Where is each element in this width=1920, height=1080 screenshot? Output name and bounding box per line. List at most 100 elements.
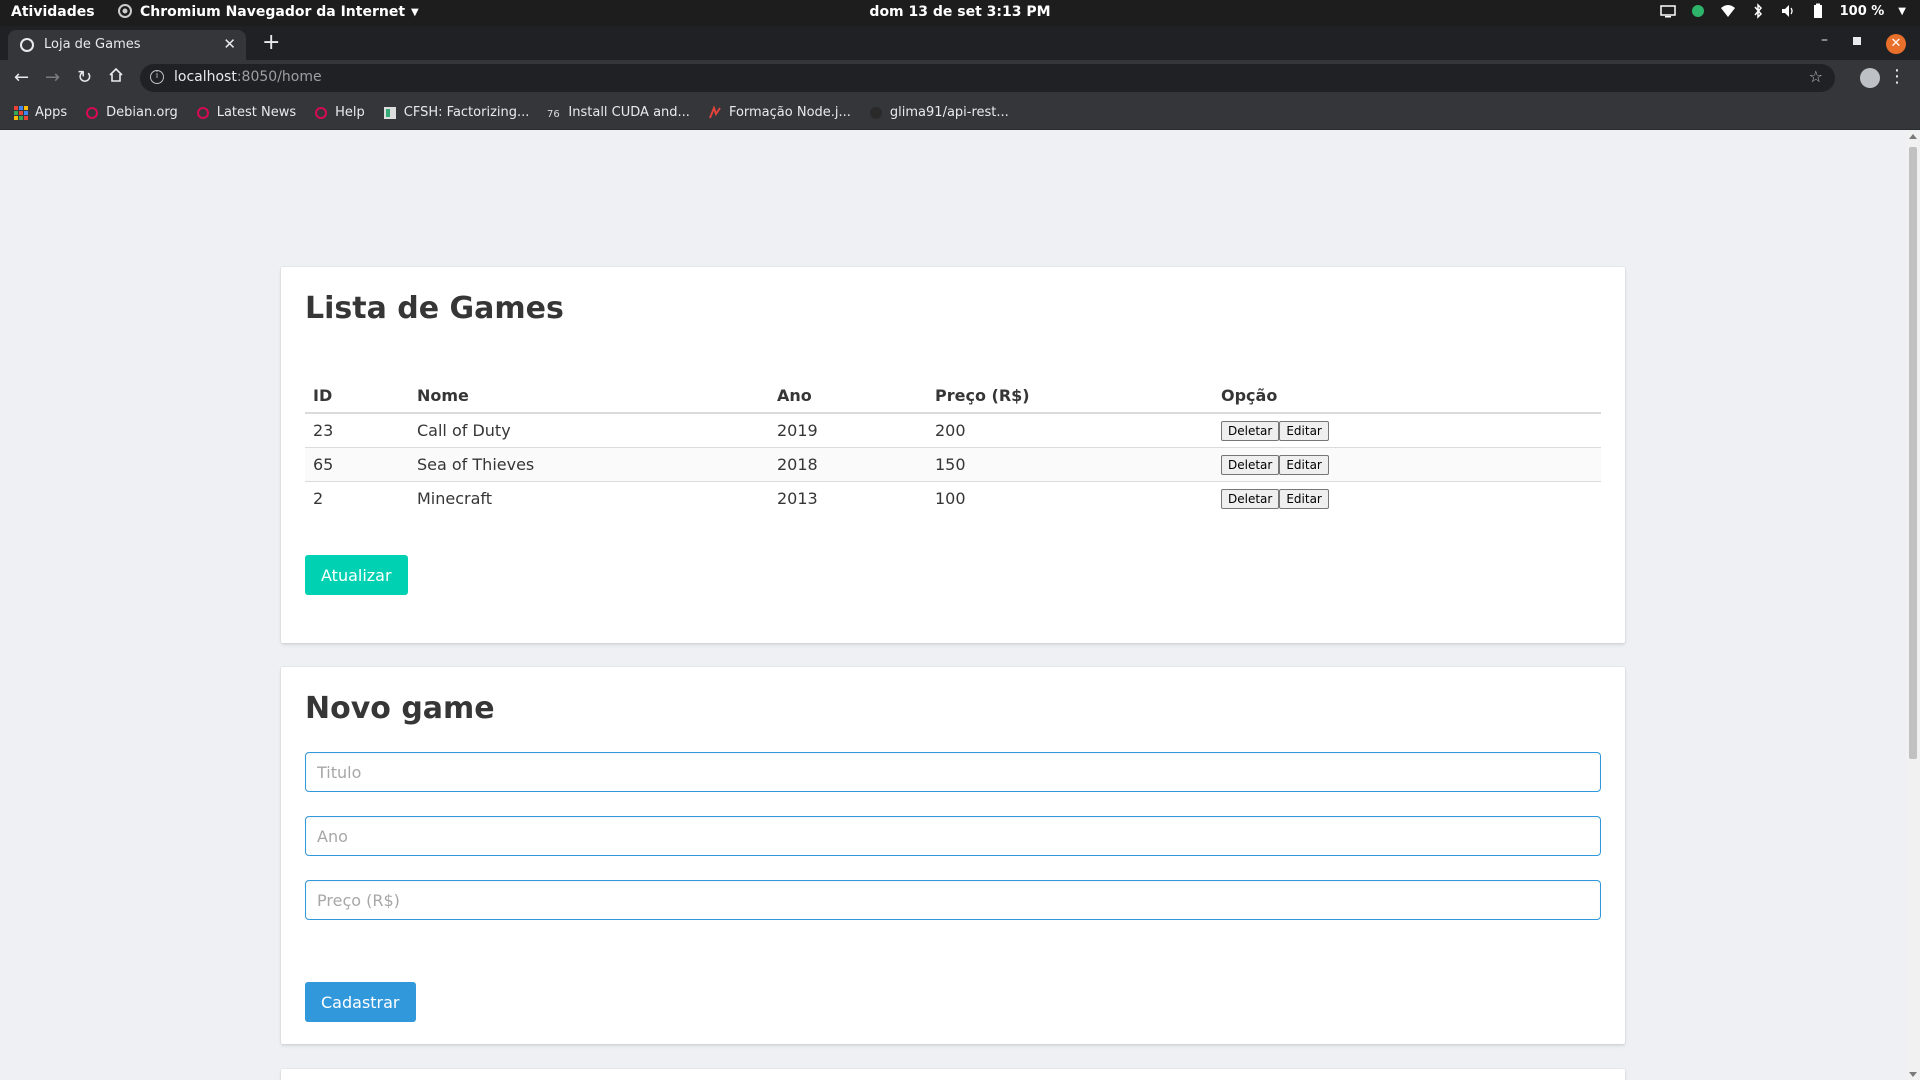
bookmark-install-cuda[interactable]: 76 Install CUDA and... bbox=[547, 105, 690, 120]
cell-ano: 2019 bbox=[769, 413, 927, 448]
cell-ano: 2013 bbox=[777, 489, 818, 508]
svg-text:76: 76 bbox=[547, 109, 560, 120]
new-tab-icon[interactable]: + bbox=[262, 30, 280, 55]
chevron-down-icon: ▼ bbox=[411, 6, 419, 18]
clock[interactable]: dom 13 de set 3:13 PM bbox=[869, 4, 1050, 20]
next-card bbox=[281, 1069, 1625, 1080]
system-tray[interactable]: 100 % ▼ bbox=[1659, 3, 1906, 19]
new-game-title: Novo game bbox=[305, 691, 495, 726]
bookmark-debian[interactable]: Debian.org bbox=[85, 105, 178, 120]
cell-id: 65 bbox=[305, 447, 409, 482]
games-list-title: Lista de Games bbox=[305, 291, 564, 326]
edit-button[interactable]: Editar bbox=[1279, 489, 1329, 509]
cell-nome: Minecraft bbox=[417, 489, 493, 508]
bookmark-apps[interactable]: Apps bbox=[14, 105, 67, 120]
col-header-preco: Preço (R$) bbox=[927, 375, 1213, 414]
site-favicon-icon bbox=[708, 104, 722, 120]
forward-arrow-icon[interactable]: → bbox=[45, 67, 60, 88]
cell-nome: Sea of Thieves bbox=[409, 447, 769, 482]
app-menu[interactable]: Chromium Navegador da Internet ▼ bbox=[118, 4, 419, 20]
home-icon[interactable] bbox=[108, 67, 124, 88]
maximize-icon[interactable] bbox=[1852, 34, 1862, 50]
url-text: localhost:8050/home bbox=[174, 69, 322, 85]
debian-swirl-icon bbox=[85, 106, 99, 120]
col-header-nome: Nome bbox=[409, 375, 769, 414]
browser-toolbar: ← → ↻ i localhost:8050/home ☆ ⋮ bbox=[0, 60, 1920, 96]
green-status-icon[interactable] bbox=[1690, 3, 1706, 19]
bookmark-glima91[interactable]: glima91/api-rest... bbox=[869, 105, 1009, 120]
new-game-card: Novo game Cadastrar bbox=[281, 667, 1625, 1044]
cell-opcao: Deletar Editar bbox=[1213, 482, 1601, 516]
close-window-icon[interactable]: ✕ bbox=[1886, 34, 1906, 54]
page-viewport: Lista de Games ID Nome Ano Preço (R$) Op… bbox=[0, 131, 1906, 1080]
cell-ano: 2018 bbox=[769, 447, 927, 482]
delete-button[interactable]: Deletar bbox=[1221, 455, 1280, 475]
site-info-icon[interactable]: i bbox=[150, 70, 164, 84]
scroll-up-arrow-icon[interactable] bbox=[1909, 134, 1917, 139]
apps-grid-icon bbox=[14, 105, 28, 120]
back-arrow-icon[interactable]: ← bbox=[14, 67, 29, 88]
browser-tab[interactable]: Loja de Games ✕ bbox=[8, 30, 246, 60]
menu-kebab-icon[interactable]: ⋮ bbox=[1888, 66, 1906, 87]
table-row: 65 Sea of Thieves 2018 150 Deletar Editar bbox=[305, 447, 1601, 482]
price-input[interactable] bbox=[305, 880, 1601, 920]
table-row: 23 Call of Duty 2019 200 Deletar Editar bbox=[305, 413, 1601, 448]
games-table: ID Nome Ano Preço (R$) Opção 23 Call of … bbox=[305, 375, 1601, 515]
page-scrollbar[interactable] bbox=[1906, 131, 1920, 1080]
register-button[interactable]: Cadastrar bbox=[305, 982, 416, 1022]
site-favicon-icon: 76 bbox=[547, 106, 561, 120]
cell-id: 23 bbox=[305, 413, 409, 448]
minimize-icon[interactable]: – bbox=[1821, 32, 1828, 48]
table-header-row: ID Nome Ano Preço (R$) Opção bbox=[305, 375, 1601, 414]
title-input[interactable] bbox=[305, 752, 1601, 792]
debian-swirl-icon bbox=[196, 106, 210, 120]
edit-button[interactable]: Editar bbox=[1279, 455, 1329, 475]
scroll-down-arrow-icon[interactable] bbox=[1909, 1072, 1917, 1077]
delete-button[interactable]: Deletar bbox=[1221, 421, 1280, 441]
cell-preco: 150 bbox=[927, 447, 1213, 482]
bookmark-star-icon[interactable]: ☆ bbox=[1809, 67, 1823, 86]
browser-tabstrip: Loja de Games ✕ + – ✕ bbox=[0, 26, 1920, 60]
bookmark-latest-news[interactable]: Latest News bbox=[196, 105, 296, 120]
refresh-button[interactable]: Atualizar bbox=[305, 555, 408, 595]
activities-button[interactable]: Atividades bbox=[11, 4, 95, 20]
delete-button[interactable]: Deletar bbox=[1221, 489, 1280, 509]
bluetooth-icon[interactable] bbox=[1750, 3, 1766, 19]
profile-avatar-icon[interactable] bbox=[1860, 68, 1880, 88]
reload-icon[interactable]: ↻ bbox=[77, 67, 92, 88]
year-input[interactable] bbox=[305, 816, 1601, 856]
close-tab-icon[interactable]: ✕ bbox=[223, 35, 236, 53]
address-bar[interactable]: i localhost:8050/home ☆ bbox=[140, 64, 1835, 92]
volume-icon[interactable] bbox=[1780, 3, 1796, 19]
cell-opcao: Deletar Editar bbox=[1213, 413, 1601, 448]
cell-preco: 100 bbox=[935, 489, 966, 508]
games-list-card: Lista de Games ID Nome Ano Preço (R$) Op… bbox=[281, 267, 1625, 643]
tab-title: Loja de Games bbox=[44, 37, 141, 52]
cell-preco: 200 bbox=[927, 413, 1213, 448]
battery-icon[interactable] bbox=[1810, 3, 1826, 19]
scrollbar-thumb[interactable] bbox=[1909, 147, 1917, 759]
wifi-icon[interactable] bbox=[1720, 3, 1736, 19]
site-favicon-icon bbox=[383, 106, 397, 120]
cell-id: 2 bbox=[313, 489, 324, 508]
bookmark-cfsh[interactable]: CFSH: Factorizing... bbox=[383, 105, 529, 120]
col-header-opcao: Opção bbox=[1213, 375, 1601, 414]
chevron-down-icon[interactable]: ▼ bbox=[1898, 6, 1906, 17]
debian-swirl-icon bbox=[314, 106, 328, 120]
system-top-bar: Atividades Chromium Navegador da Interne… bbox=[0, 0, 1920, 26]
bookmark-formacao-node[interactable]: Formação Node.j... bbox=[708, 104, 851, 120]
bookmark-help[interactable]: Help bbox=[314, 105, 365, 120]
edit-button[interactable]: Editar bbox=[1279, 421, 1329, 441]
globe-icon bbox=[20, 38, 34, 52]
col-header-ano: Ano bbox=[769, 375, 927, 414]
cell-nome: Call of Duty bbox=[409, 413, 769, 448]
table-row: 2 Minecraft 2013 100 Deletar Editar bbox=[305, 482, 1601, 516]
battery-percent[interactable]: 100 % bbox=[1840, 4, 1885, 19]
github-icon bbox=[869, 106, 883, 120]
monitor-icon[interactable] bbox=[1659, 3, 1676, 19]
app-name: Chromium Navegador da Internet bbox=[140, 4, 406, 20]
bookmarks-bar: Apps Debian.org Latest News Help CFSH: F… bbox=[0, 96, 1920, 130]
col-header-id: ID bbox=[305, 375, 409, 414]
cell-opcao: Deletar Editar bbox=[1213, 447, 1601, 482]
chromium-icon bbox=[118, 4, 134, 20]
